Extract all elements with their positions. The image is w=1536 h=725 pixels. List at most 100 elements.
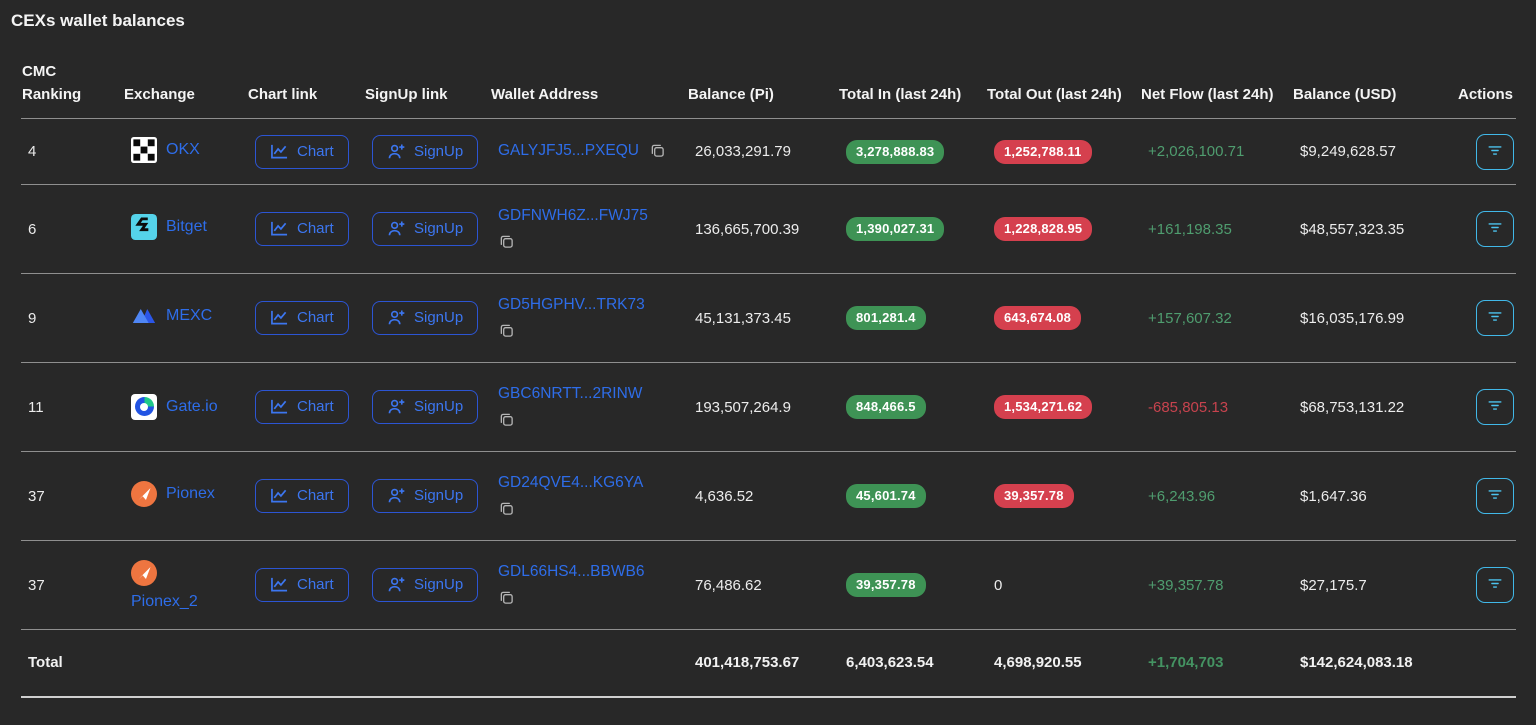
actions-button[interactable] <box>1476 300 1514 336</box>
table-row: 6 Bitget Chart SignUp GDFNWH6Z...FWJ75 1… <box>21 185 1516 274</box>
balance-usd: $1,647.36 <box>1300 487 1367 505</box>
exchange-name: Bitget <box>166 218 207 235</box>
filter-lines-icon <box>1487 144 1503 160</box>
filter-lines-icon <box>1487 221 1503 237</box>
mexc-icon <box>131 303 157 329</box>
total-out-badge: 1,228,828.95 <box>994 217 1093 241</box>
total-label: Total <box>28 654 63 672</box>
line-chart-icon <box>270 576 289 593</box>
pionex-icon <box>131 481 157 507</box>
table-row: 11 Gate.io Chart SignUp GBC6NRTT...2RINW… <box>21 363 1516 452</box>
wallet-address-link[interactable]: GD5HGPHV...TRK73 <box>498 296 645 313</box>
actions-button[interactable] <box>1476 211 1514 247</box>
pionex-icon <box>131 559 157 586</box>
actions-button[interactable] <box>1476 567 1514 603</box>
bitget-icon <box>131 214 157 240</box>
line-chart-icon <box>270 487 289 504</box>
total-in-badge: 3,278,888.83 <box>846 139 945 164</box>
chart-button[interactable]: Chart <box>255 568 349 602</box>
signup-button[interactable]: SignUp <box>372 301 479 335</box>
copy-icon[interactable] <box>499 590 514 608</box>
cmc-ranking: 9 <box>28 309 37 327</box>
signup-button[interactable]: SignUp <box>372 479 479 513</box>
actions-button[interactable] <box>1476 389 1514 425</box>
col-total-out: Total Out (last 24h) <box>987 86 1122 103</box>
exchange-name: Pionex <box>166 485 215 502</box>
wallet-address-link[interactable]: GBC6NRTT...2RINW <box>498 385 642 402</box>
col-net-flow: Net Flow (last 24h) <box>1141 86 1274 103</box>
copy-icon[interactable] <box>499 323 514 341</box>
chart-button[interactable]: Chart <box>255 212 349 246</box>
copy-icon[interactable] <box>499 412 514 430</box>
cmc-ranking: 37 <box>28 487 45 505</box>
line-chart-icon <box>270 309 289 326</box>
person-add-icon <box>387 143 406 160</box>
exchange-link-okx[interactable]: OKX <box>131 136 200 163</box>
line-chart-icon <box>270 398 289 415</box>
exchange-link-pionex[interactable]: Pionex <box>131 481 215 507</box>
balance-usd: $16,035,176.99 <box>1300 309 1405 327</box>
total-out-badge: 643,674.08 <box>994 306 1082 330</box>
cmc-ranking: 4 <box>28 143 37 160</box>
total-in-badge: 801,281.4 <box>846 306 926 330</box>
signup-button[interactable]: SignUp <box>372 390 479 424</box>
wallet-address-link[interactable]: GDFNWH6Z...FWJ75 <box>498 207 648 224</box>
table-row: 9 MEXC Chart SignUp GD5HGPHV...TRK73 45,… <box>21 274 1516 363</box>
total-in-badge: 1,390,027.31 <box>846 217 945 241</box>
chart-button[interactable]: Chart <box>255 301 349 335</box>
copy-icon[interactable] <box>499 501 514 519</box>
net-flow: +6,243.96 <box>1148 487 1216 505</box>
person-add-icon <box>387 220 406 237</box>
total-out-badge: 39,357.78 <box>994 484 1074 508</box>
total-balance-pi: 401,418,753.67 <box>695 654 800 672</box>
filter-lines-icon <box>1487 488 1503 504</box>
chart-button[interactable]: Chart <box>255 479 349 513</box>
exchange-link-bitget[interactable]: Bitget <box>131 214 207 240</box>
person-add-icon <box>387 487 406 504</box>
cmc-ranking: 6 <box>28 220 37 238</box>
actions-button[interactable] <box>1476 478 1514 514</box>
total-net-flow: +1,704,703 <box>1148 654 1224 672</box>
table-row: 37 Pionex Chart SignUp GD24QVE4...KG6YA … <box>21 452 1516 541</box>
balances-table: CMC Ranking Exchange Chart link SignUp l… <box>21 32 1516 698</box>
signup-button[interactable]: SignUp <box>372 568 479 602</box>
filter-lines-icon <box>1487 399 1503 415</box>
total-out-sum: 4,698,920.55 <box>994 654 1082 672</box>
chart-button[interactable]: Chart <box>255 390 349 424</box>
total-out-value: 0 <box>994 576 1003 594</box>
chart-button[interactable]: Chart <box>255 134 349 169</box>
copy-icon[interactable] <box>499 234 514 252</box>
wallet-address-link[interactable]: GDL66HS4...BBWB6 <box>498 563 644 580</box>
actions-button[interactable] <box>1476 133 1514 170</box>
col-wallet-address: Wallet Address <box>491 86 599 103</box>
net-flow: +39,357.78 <box>1148 576 1224 594</box>
line-chart-icon <box>270 220 289 237</box>
exchange-name: Pionex_2 <box>131 592 198 610</box>
exchange-link-pionex-2[interactable]: Pionex_2 <box>131 559 198 611</box>
total-balance-usd: $142,624,083.18 <box>1300 654 1413 672</box>
wallet-address-link[interactable]: GALYJFJ5...PXEQU <box>498 142 639 159</box>
signup-button[interactable]: SignUp <box>372 134 479 169</box>
cmc-ranking: 11 <box>28 398 44 416</box>
exchange-link-mexc[interactable]: MEXC <box>131 303 212 329</box>
exchange-link-gateio[interactable]: Gate.io <box>131 393 218 420</box>
copy-icon[interactable] <box>650 143 665 161</box>
gateio-icon <box>131 393 157 420</box>
table-row: 37 Pionex_2 Chart SignUp GDL66HS4...BBWB… <box>21 541 1516 630</box>
net-flow: +157,607.32 <box>1148 309 1232 327</box>
net-flow: +2,026,100.71 <box>1148 143 1245 160</box>
page-title: CEXs wallet balances <box>11 11 185 30</box>
exchange-name: OKX <box>166 140 200 158</box>
table-row: 4 OKX Chart SignUp GALYJFJ5...PXEQU 26,0… <box>21 119 1516 185</box>
balance-pi: 136,665,700.39 <box>695 220 800 238</box>
wallet-address-link[interactable]: GD24QVE4...KG6YA <box>498 474 643 491</box>
okx-icon <box>131 136 157 163</box>
net-flow: -685,805.13 <box>1148 398 1229 416</box>
col-actions: Actions <box>1458 86 1514 103</box>
balance-usd: $48,557,323.35 <box>1300 220 1405 238</box>
signup-button[interactable]: SignUp <box>372 212 479 246</box>
total-in-sum: 6,403,623.54 <box>846 654 934 672</box>
col-signup-link: SignUp link <box>365 86 448 103</box>
col-total-in: Total In (last 24h) <box>839 86 962 103</box>
balance-pi: 26,033,291.79 <box>695 143 791 160</box>
